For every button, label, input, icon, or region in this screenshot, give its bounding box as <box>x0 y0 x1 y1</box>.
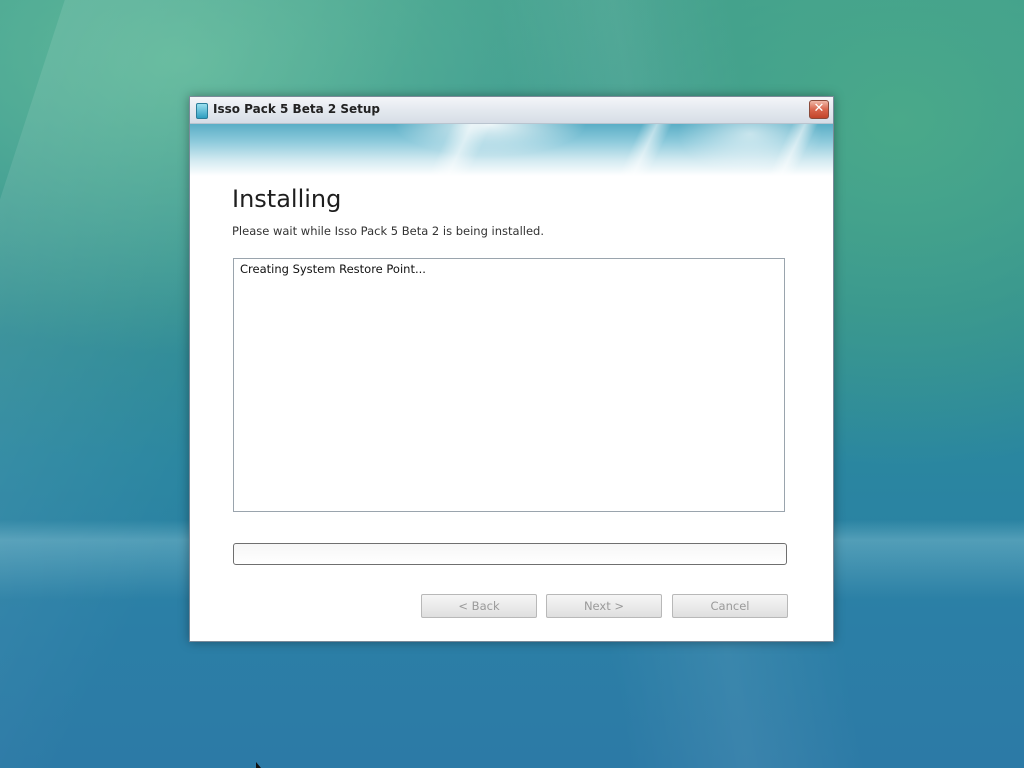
install-progress-bar <box>233 543 787 565</box>
banner-light-streak <box>767 124 819 176</box>
close-button[interactable]: ✕ <box>809 100 829 119</box>
page-subtitle: Please wait while Isso Pack 5 Beta 2 is … <box>232 224 544 238</box>
banner-light-streak <box>427 124 493 176</box>
banner-light-streak <box>617 124 673 176</box>
title-bar[interactable]: Isso Pack 5 Beta 2 Setup ✕ <box>190 97 833 124</box>
next-button[interactable]: Next > <box>546 594 662 618</box>
installer-app-icon <box>196 103 208 119</box>
install-log[interactable]: Creating System Restore Point... <box>233 258 785 512</box>
log-line: Creating System Restore Point... <box>240 262 426 276</box>
page-title: Installing <box>232 185 342 213</box>
mouse-cursor-icon <box>256 762 261 768</box>
window-title: Isso Pack 5 Beta 2 Setup <box>213 102 381 116</box>
back-button[interactable]: < Back <box>421 594 537 618</box>
cancel-button[interactable]: Cancel <box>672 594 788 618</box>
header-banner <box>190 124 833 176</box>
setup-window: Isso Pack 5 Beta 2 Setup ✕ Installing Pl… <box>189 96 834 642</box>
